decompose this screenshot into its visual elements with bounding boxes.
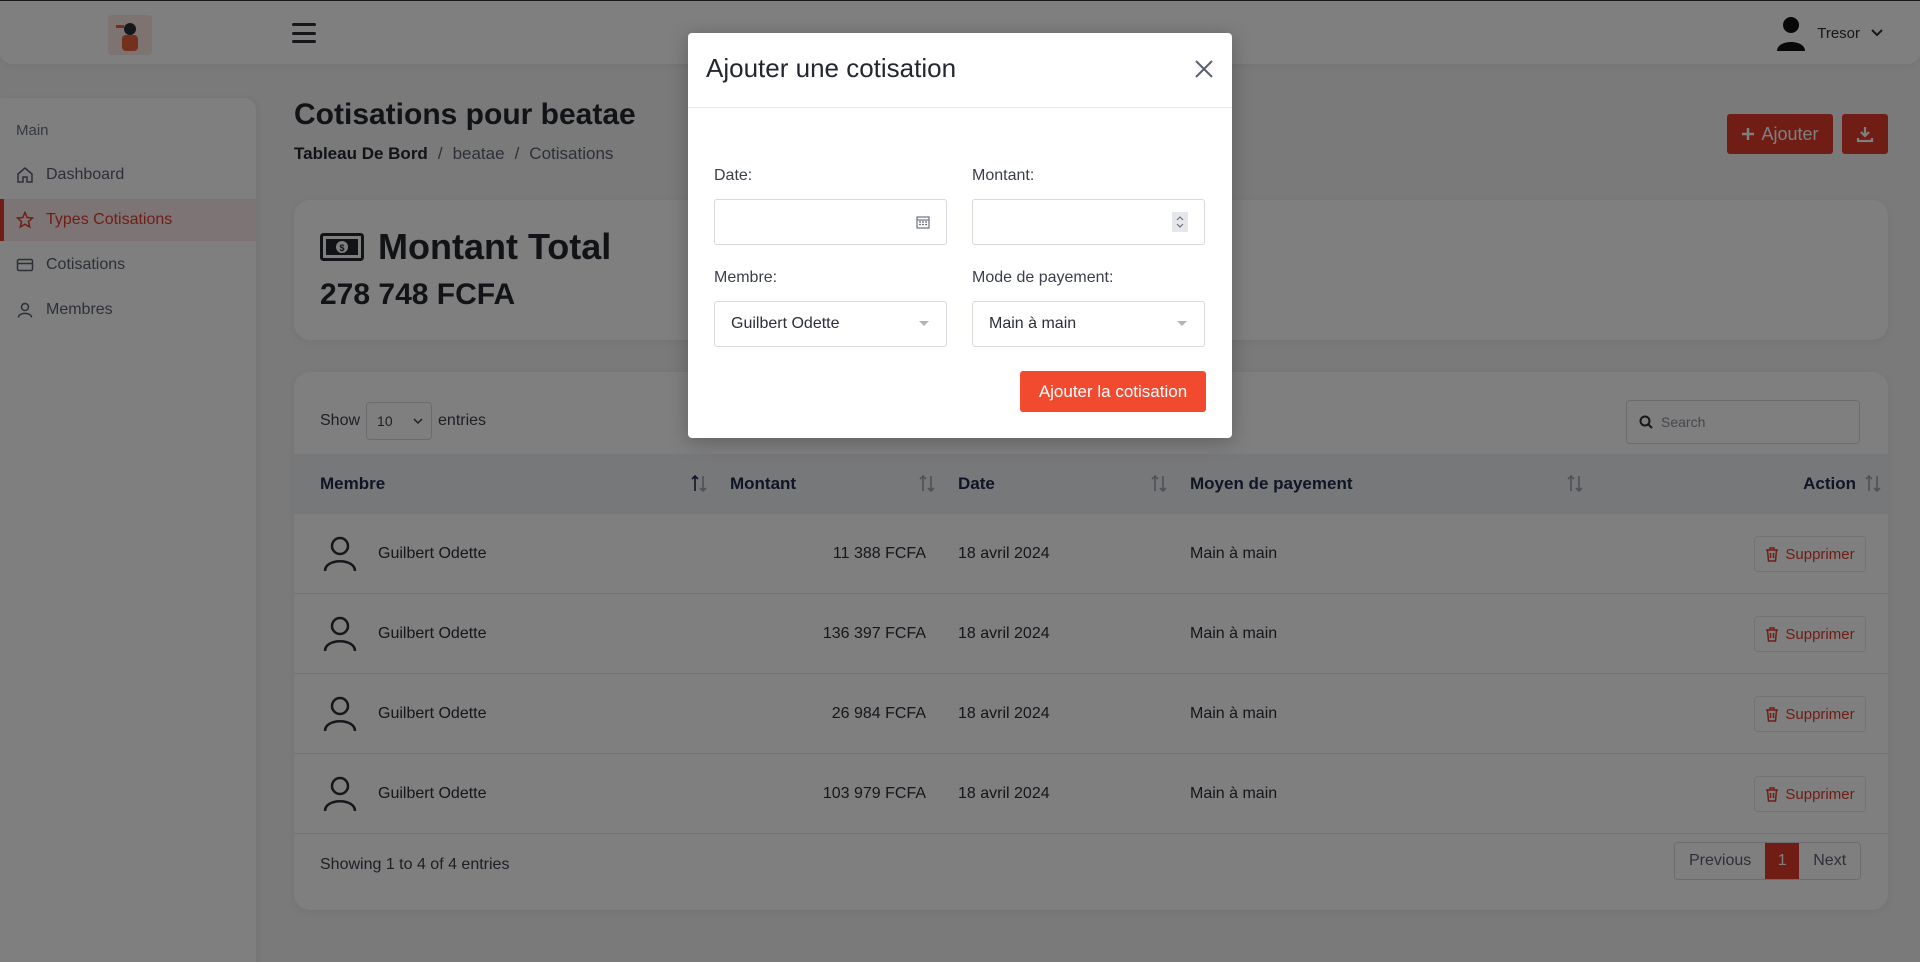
date-field[interactable] [714, 199, 947, 245]
number-spinner-icon[interactable] [1172, 212, 1188, 232]
montant-field[interactable] [972, 199, 1205, 245]
calendar-icon[interactable] [916, 215, 930, 229]
modal-header: Ajouter une cotisation [688, 33, 1232, 108]
submit-cotisation-button[interactable]: Ajouter la cotisation [1020, 371, 1206, 412]
montant-label: Montant: [972, 167, 1035, 184]
close-icon[interactable] [1192, 57, 1216, 81]
membre-label: Membre: [714, 269, 778, 286]
membre-selected: Guilbert Odette [731, 315, 840, 332]
add-cotisation-modal: Ajouter une cotisation Date: Montant: Me… [688, 33, 1232, 438]
date-label: Date: [714, 167, 753, 184]
membre-select[interactable]: Guilbert Odette [714, 301, 947, 347]
modal-title: Ajouter une cotisation [706, 53, 957, 83]
caret-down-icon [919, 321, 929, 326]
mode-select[interactable]: Main à main [972, 301, 1205, 347]
mode-label: Mode de payement: [972, 269, 1114, 286]
caret-down-icon [1177, 321, 1187, 326]
mode-selected: Main à main [989, 315, 1077, 332]
